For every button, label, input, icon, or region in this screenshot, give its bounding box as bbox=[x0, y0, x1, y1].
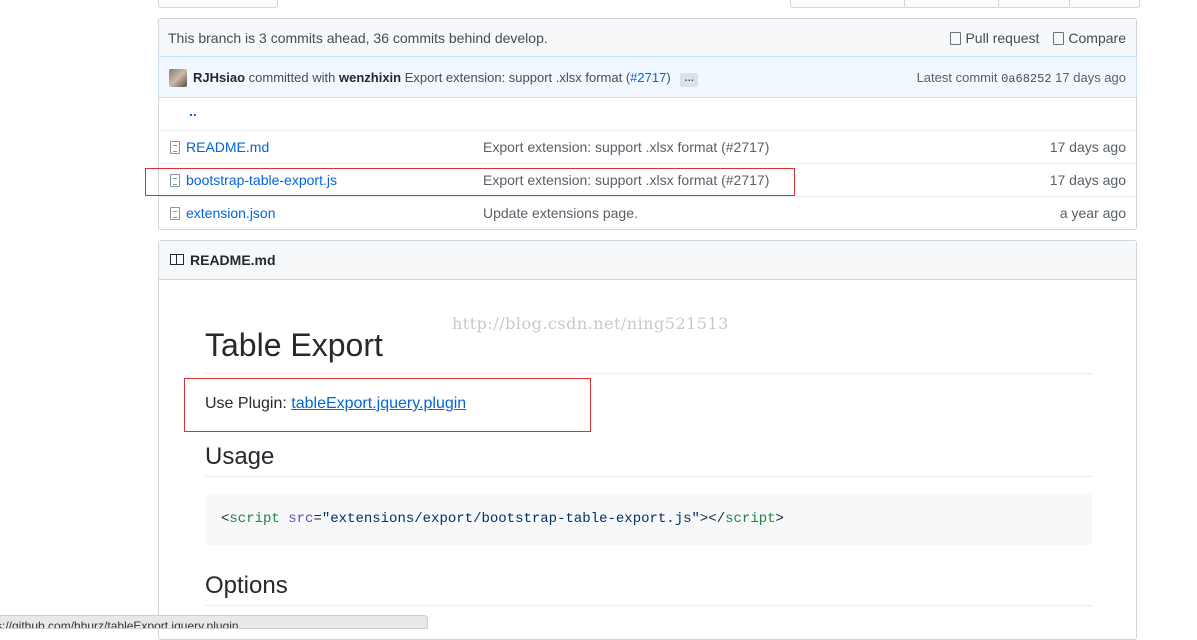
top-button-group bbox=[158, 0, 1140, 8]
highlight-box-plugin bbox=[184, 378, 591, 432]
watermark: http://blog.csdn.net/ning521513 bbox=[452, 314, 729, 333]
pull-request-link[interactable]: Pull request bbox=[950, 30, 1039, 46]
parent-directory-row[interactable]: .. bbox=[159, 97, 1136, 130]
readme-panel: README.md Table Export Use Plugin: table… bbox=[158, 240, 1137, 640]
upload-files-button[interactable] bbox=[904, 0, 1001, 8]
highlight-box-file bbox=[145, 168, 795, 196]
options-heading: Options bbox=[205, 572, 1092, 606]
readme-header: README.md bbox=[159, 241, 1136, 280]
readme-title: Table Export bbox=[205, 327, 1092, 374]
commit-sha-link[interactable]: 0a68252 bbox=[1001, 72, 1051, 86]
latest-commit-label: Latest commit bbox=[916, 70, 998, 85]
compare-icon bbox=[1053, 32, 1065, 45]
branch-status-text: This branch is 3 commits ahead, 36 commi… bbox=[168, 30, 548, 46]
commit-expand-button[interactable]: … bbox=[680, 73, 699, 87]
commit-pr-link[interactable]: #2717 bbox=[630, 70, 666, 85]
compare-link[interactable]: Compare bbox=[1053, 30, 1126, 46]
find-file-button[interactable] bbox=[998, 0, 1072, 8]
commit-message[interactable]: Export extension: support .xlsx format ( bbox=[405, 70, 630, 85]
branch-select-button[interactable] bbox=[158, 0, 278, 8]
file-list: .. README.md Export extension: support .… bbox=[158, 97, 1137, 230]
avatar[interactable] bbox=[169, 69, 187, 87]
file-name-link[interactable]: extension.json bbox=[186, 205, 276, 221]
status-bar: s://github.com/hhurz/tableExport.jquery.… bbox=[0, 615, 428, 629]
status-url: s://github.com/hhurz/tableExport.jquery.… bbox=[0, 619, 239, 629]
file-age: a year ago bbox=[1059, 205, 1126, 221]
file-commit-message[interactable]: Update extensions page. bbox=[483, 205, 638, 221]
commit-author[interactable]: RJHsiao bbox=[193, 70, 245, 85]
file-age: 17 days ago bbox=[1049, 172, 1126, 188]
create-file-button[interactable] bbox=[790, 0, 907, 8]
clone-download-button[interactable] bbox=[1069, 0, 1140, 8]
file-icon bbox=[170, 141, 180, 154]
parent-directory-link[interactable]: .. bbox=[189, 103, 197, 119]
file-icon bbox=[170, 207, 180, 220]
usage-code-block: <script src="extensions/export/bootstrap… bbox=[205, 494, 1092, 545]
committed-with-text: committed with bbox=[248, 70, 336, 85]
pull-request-icon bbox=[950, 32, 962, 45]
latest-commit-bar: RJHsiao committed with wenzhixin Export … bbox=[158, 56, 1137, 98]
file-row: README.md Export extension: support .xls… bbox=[159, 130, 1136, 163]
usage-heading: Usage bbox=[205, 443, 1092, 477]
commit-committer[interactable]: wenzhixin bbox=[339, 70, 401, 85]
readme-header-title: README.md bbox=[190, 252, 276, 268]
file-commit-message[interactable]: Export extension: support .xlsx format (… bbox=[483, 139, 769, 155]
commit-age: 17 days ago bbox=[1055, 70, 1126, 85]
branch-status-bar: This branch is 3 commits ahead, 36 commi… bbox=[158, 18, 1137, 56]
book-icon bbox=[170, 254, 184, 265]
file-row: extension.json Update extensions page. a… bbox=[159, 196, 1136, 229]
file-age: 17 days ago bbox=[1049, 139, 1126, 155]
file-name-link[interactable]: README.md bbox=[186, 139, 269, 155]
